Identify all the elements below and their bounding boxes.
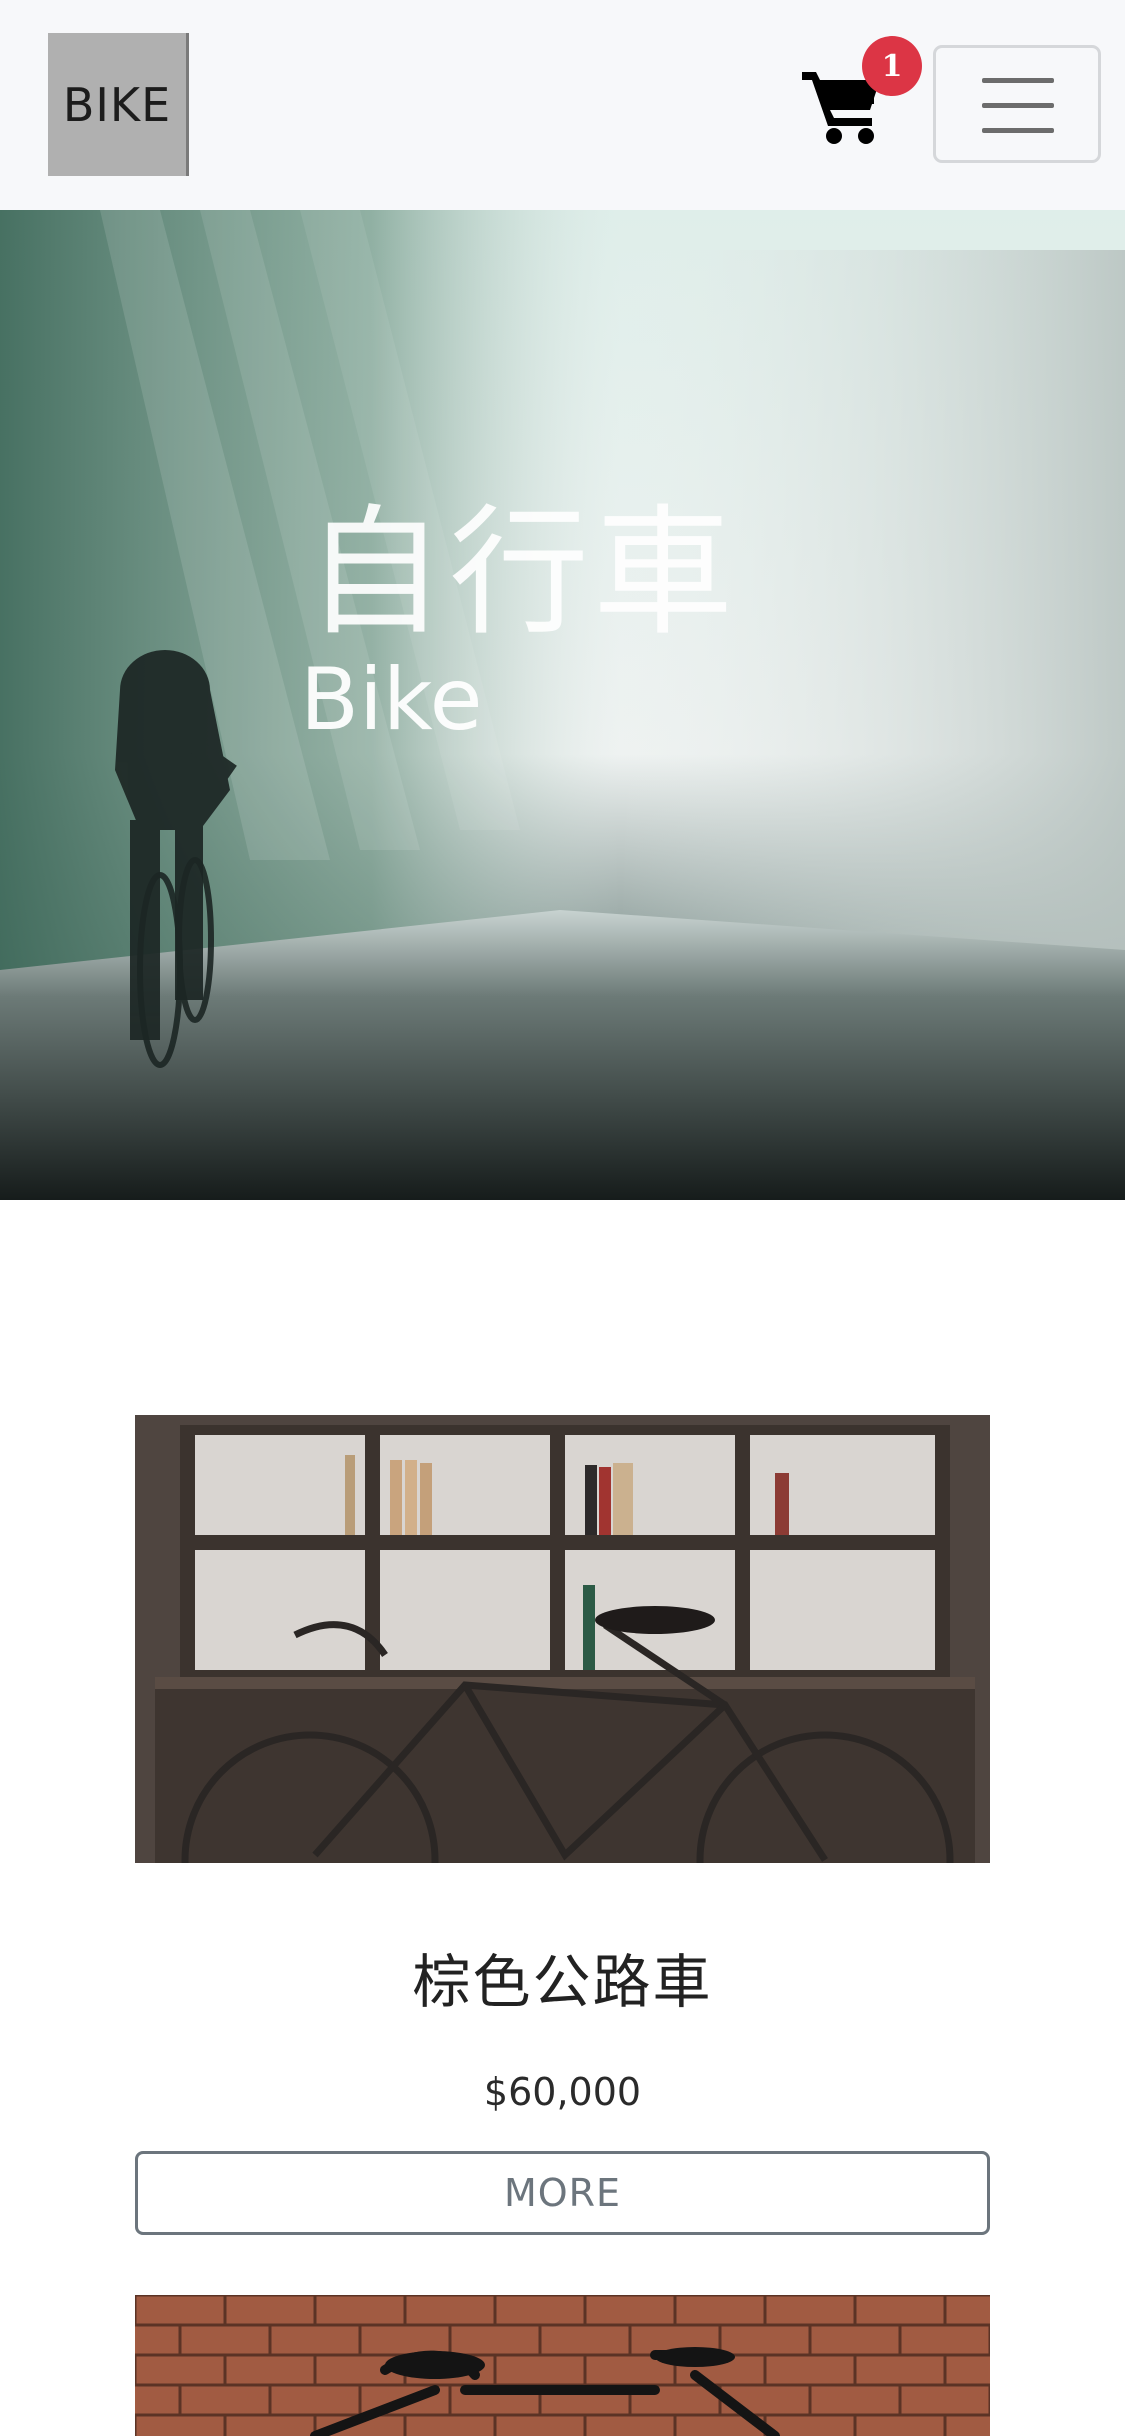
brand-logo[interactable]: BIKE bbox=[48, 33, 189, 176]
hamburger-line bbox=[982, 128, 1054, 133]
brand-logo-text: BIKE bbox=[62, 77, 172, 132]
menu-toggle-button[interactable] bbox=[933, 45, 1101, 163]
product-name: 棕色公路車 bbox=[412, 1948, 713, 2016]
hero-background-image bbox=[0, 210, 1125, 1200]
bicycle-brick-wall-photo bbox=[135, 2295, 990, 2436]
more-button[interactable]: MORE bbox=[135, 2151, 990, 2235]
hero-title: 自行車 bbox=[305, 492, 738, 655]
hamburger-line bbox=[982, 103, 1054, 108]
hero-subtitle: Bike bbox=[300, 650, 483, 750]
cart-count-badge: 1 bbox=[862, 36, 922, 96]
hamburger-line bbox=[982, 78, 1054, 83]
product-image[interactable] bbox=[135, 1415, 990, 1863]
product-price: $60,000 bbox=[483, 2070, 642, 2114]
navbar: BIKE 1 bbox=[0, 0, 1125, 210]
product-image[interactable] bbox=[135, 2295, 990, 2436]
hero-banner: 自行車 Bike bbox=[0, 210, 1125, 1200]
bicycle-shelf-photo bbox=[135, 1415, 990, 1863]
